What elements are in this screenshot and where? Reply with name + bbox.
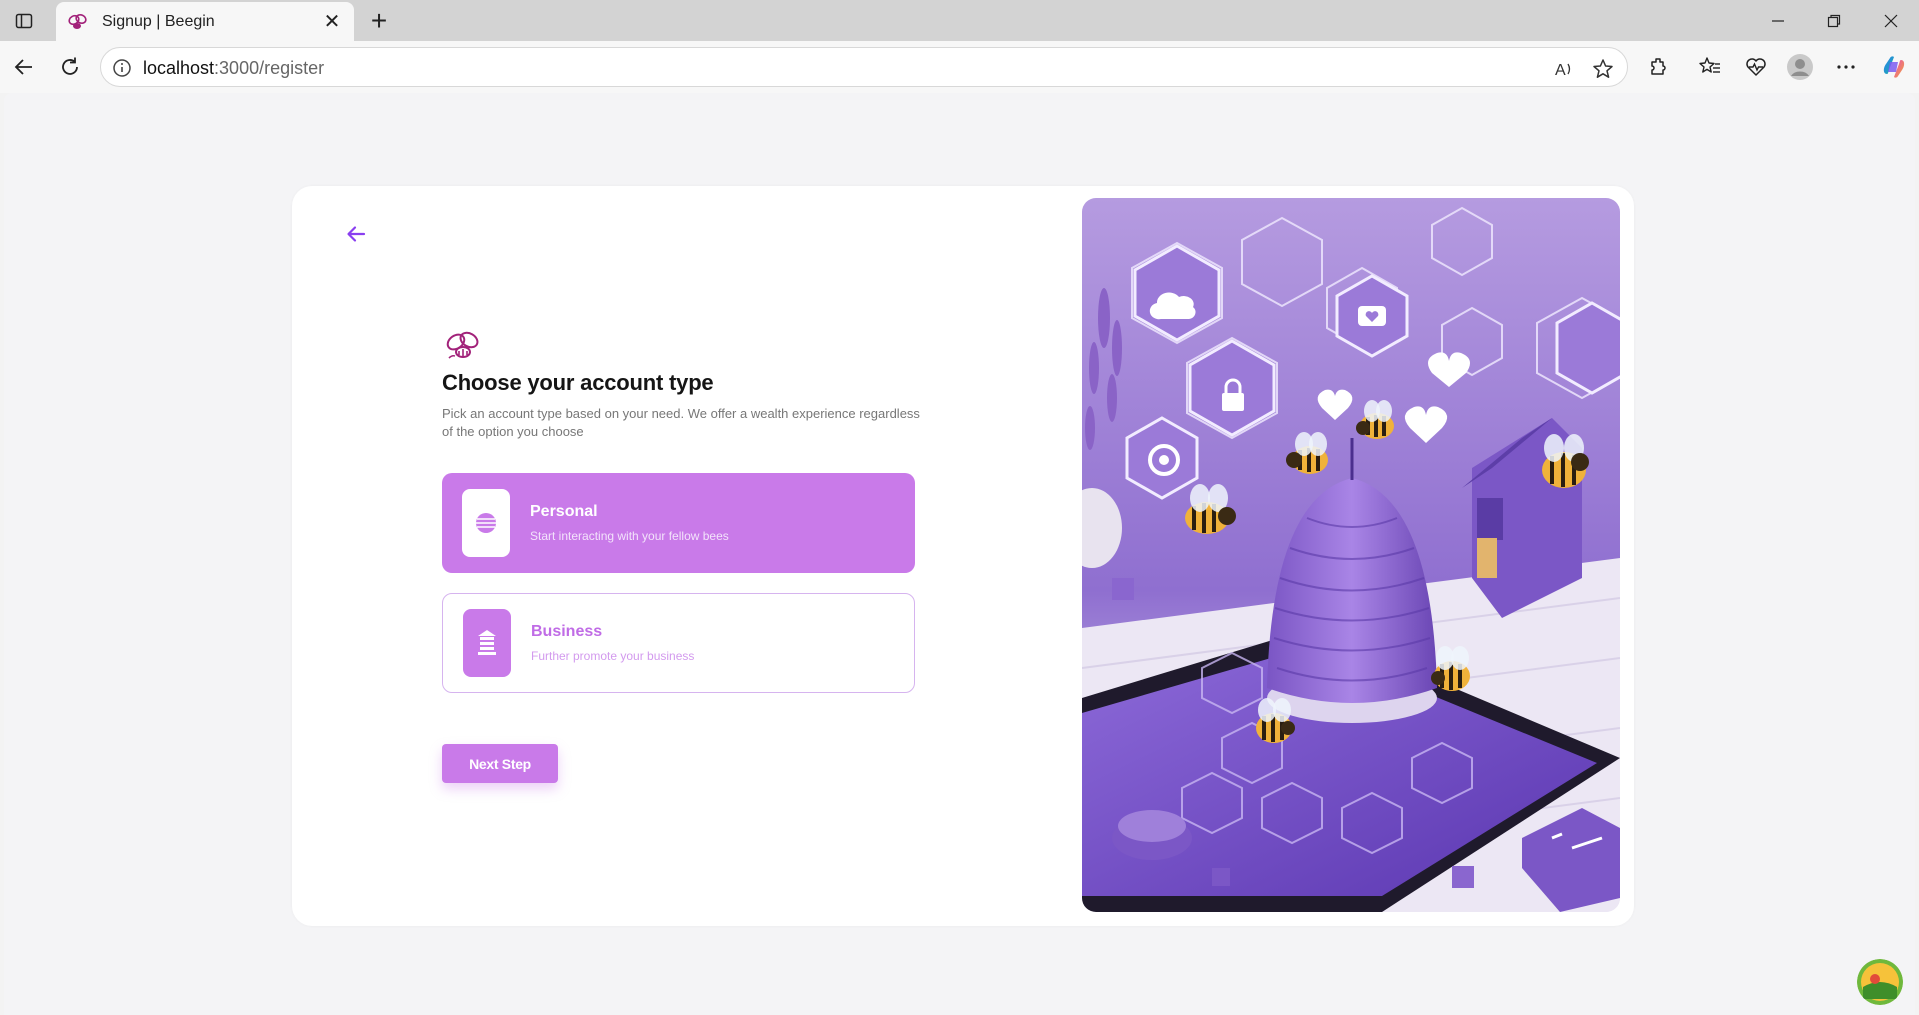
account-option-business[interactable]: Business Further promote your business: [442, 593, 915, 693]
favorites-icon[interactable]: [1692, 49, 1728, 85]
option-description: Start interacting with your fellow bees: [530, 529, 729, 543]
tab-title: Signup | Beegin: [102, 12, 215, 30]
close-tab-icon[interactable]: ✕: [318, 8, 346, 36]
beegin-logo-icon: [442, 327, 484, 363]
beehive-illustration: [1082, 198, 1620, 912]
page-subtitle: Pick an account type based on your need.…: [442, 406, 920, 439]
minimize-icon[interactable]: [1750, 0, 1806, 41]
option-description: Further promote your business: [531, 649, 695, 663]
bee-logo-icon: [66, 11, 88, 33]
personal-globe-icon: [462, 489, 510, 557]
option-label: Personal: [530, 503, 598, 520]
profile-avatar-icon[interactable]: [1782, 49, 1818, 85]
back-icon[interactable]: [6, 49, 42, 85]
sidebar-icon: [15, 13, 33, 29]
address-bar[interactable]: localhost:3000/register A: [100, 47, 1628, 87]
tab-actions-button[interactable]: [10, 8, 38, 34]
extensions-icon[interactable]: [1641, 49, 1677, 85]
favorite-star-icon[interactable]: [1590, 56, 1616, 82]
business-building-icon: [463, 609, 511, 677]
url-text: localhost:3000/register: [143, 58, 324, 79]
read-aloud-icon[interactable]: A: [1551, 56, 1577, 82]
option-label: Business: [531, 623, 603, 640]
next-step-button[interactable]: Next Step: [442, 744, 558, 783]
close-window-icon[interactable]: [1863, 0, 1919, 41]
browser-toolbar: localhost:3000/register A: [0, 41, 1919, 93]
new-tab-icon[interactable]: +: [364, 5, 394, 36]
page-title: Choose your account type: [442, 370, 714, 395]
more-options-icon[interactable]: [1828, 49, 1864, 85]
reload-icon[interactable]: [52, 49, 88, 85]
svg-text:A: A: [1555, 62, 1566, 79]
active-tab[interactable]: Signup | Beegin ✕: [56, 2, 354, 41]
browser-health-icon[interactable]: [1738, 49, 1774, 85]
site-info-icon[interactable]: [111, 57, 133, 79]
restore-icon[interactable]: [1806, 0, 1862, 41]
copilot-icon[interactable]: [1876, 49, 1912, 85]
url-path: :3000/register: [214, 58, 325, 78]
account-option-personal[interactable]: Personal Start interacting with your fel…: [442, 473, 915, 573]
url-host: localhost: [143, 58, 215, 78]
tab-strip: Signup | Beegin ✕ +: [0, 0, 1919, 41]
signup-card: Choose your account type Pick an account…: [292, 186, 1634, 926]
floating-avatar-icon[interactable]: [1857, 959, 1903, 1005]
page-viewport: Choose your account type Pick an account…: [4, 93, 1915, 1015]
back-arrow-icon[interactable]: [342, 220, 370, 248]
